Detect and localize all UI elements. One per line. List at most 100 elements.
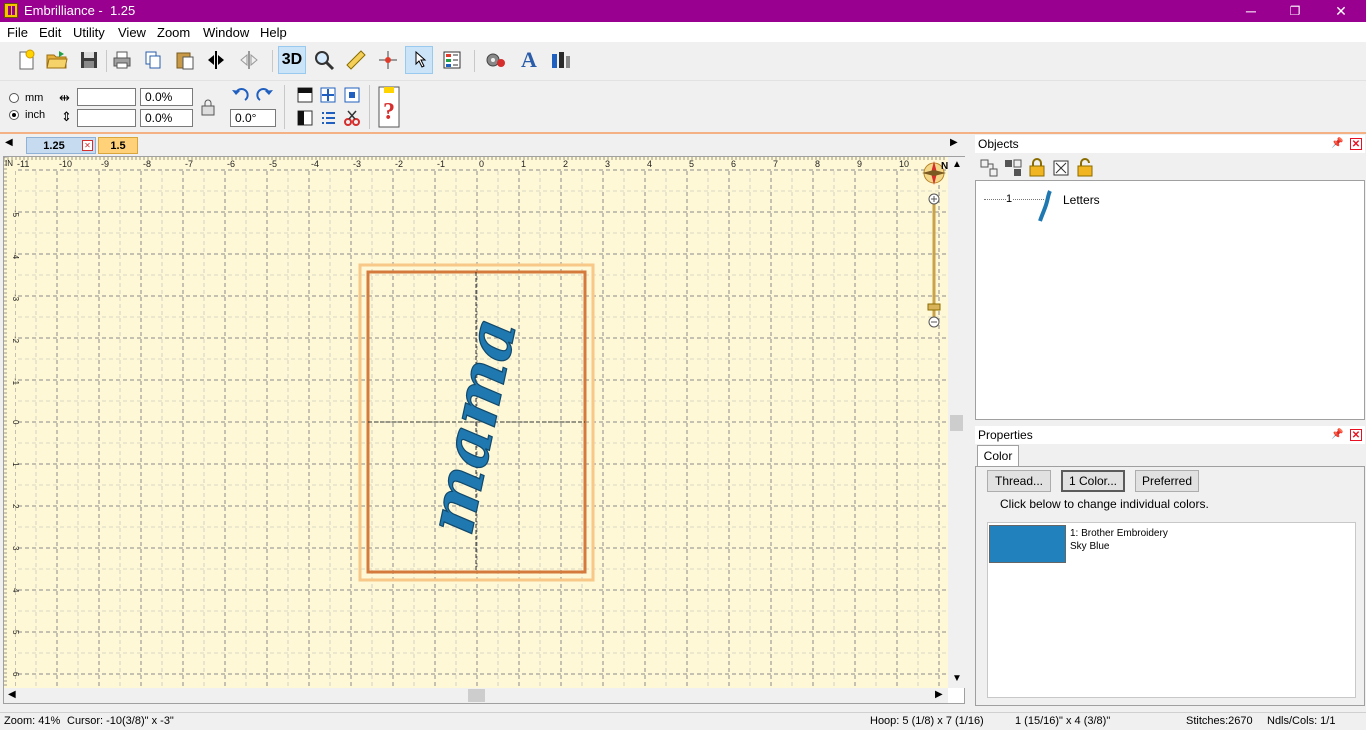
ruler-left-tick: 5 bbox=[11, 630, 20, 635]
height-arrow-icon: ⇕ bbox=[61, 109, 72, 124]
align-top-icon[interactable] bbox=[294, 84, 316, 106]
width-input[interactable] bbox=[77, 88, 136, 106]
object-name: Letters bbox=[1063, 193, 1100, 207]
horizontal-scrollbar[interactable]: ◀ ▶ bbox=[4, 688, 948, 703]
object-thumbnail bbox=[1038, 190, 1052, 222]
unlock-icon[interactable] bbox=[1076, 158, 1094, 178]
ruler-top-tick: 5 bbox=[689, 159, 694, 169]
height-input[interactable] bbox=[77, 109, 136, 127]
tab-scroll-right-icon[interactable]: ▶ bbox=[950, 137, 958, 148]
menu-zoom[interactable]: Zoom bbox=[157, 25, 190, 40]
ruler-top-tick: 10 bbox=[899, 159, 909, 169]
scroll-up-icon[interactable]: ▲ bbox=[952, 159, 962, 170]
toolbar-separator bbox=[284, 85, 285, 129]
menu-file[interactable]: File bbox=[7, 25, 28, 40]
needle-start-icon[interactable] bbox=[374, 46, 402, 74]
height-percent-input[interactable]: 0.0% bbox=[140, 109, 193, 127]
pin-properties-icon[interactable]: 📌 bbox=[1331, 429, 1343, 441]
zoom-magnifier-icon[interactable] bbox=[310, 46, 338, 74]
main-toolbar: 3D A bbox=[0, 42, 1366, 78]
ruler-left-tick: -3 bbox=[11, 294, 20, 302]
ruler-left-tick: 2 bbox=[11, 504, 20, 509]
scroll-left-icon[interactable]: ◀ bbox=[8, 689, 16, 700]
select-pointer-icon[interactable] bbox=[405, 46, 433, 74]
width-percent-input[interactable]: 0.0% bbox=[140, 88, 193, 106]
print-icon[interactable] bbox=[108, 46, 136, 74]
help-question-icon[interactable]: ? bbox=[376, 85, 402, 129]
hoop-grid-canvas[interactable]: -11 -10 -9 -8 -7 -6 -5 -4 -3 -2 -1 0 1 2 3 4 5 6 7 8 9 10-5-4… bbox=[4, 157, 948, 688]
settings-gears-icon[interactable] bbox=[482, 46, 510, 74]
scroll-right-icon[interactable]: ▶ bbox=[935, 689, 943, 700]
tab-1-5[interactable]: 1.5 bbox=[98, 137, 138, 154]
maximize-button[interactable]: ❐ bbox=[1272, 0, 1318, 22]
open-folder-icon[interactable] bbox=[43, 46, 71, 74]
vertical-scroll-thumb[interactable] bbox=[950, 415, 963, 431]
new-file-icon[interactable] bbox=[12, 46, 40, 74]
save-icon[interactable] bbox=[75, 46, 103, 74]
thread-spools-icon[interactable] bbox=[547, 46, 575, 74]
delete-object-icon[interactable] bbox=[1052, 159, 1070, 177]
transform-toolbar: mm inch ⇹ ⇕ 0.0% 0.0% 0.0° ? bbox=[0, 80, 1366, 132]
horizontal-scroll-thumb[interactable] bbox=[468, 689, 485, 702]
group-icon[interactable] bbox=[980, 159, 998, 177]
lock-icon[interactable] bbox=[1028, 158, 1046, 178]
unit-inch-radio[interactable] bbox=[9, 110, 19, 120]
menu-edit[interactable]: Edit bbox=[39, 25, 61, 40]
minimize-button[interactable]: ─ bbox=[1228, 0, 1274, 22]
color-name: Sky Blue bbox=[1070, 541, 1110, 552]
rotation-input[interactable]: 0.0° bbox=[230, 109, 276, 127]
color-row[interactable]: 1: Brother Embroidery Sky Blue bbox=[989, 525, 1355, 565]
menu-utility[interactable]: Utility bbox=[73, 25, 105, 40]
fit-to-hoop-icon[interactable] bbox=[341, 84, 363, 106]
ruler-top-tick: -7 bbox=[185, 159, 193, 169]
list-order-icon[interactable] bbox=[317, 107, 339, 129]
object-item-letters[interactable]: 1 Letters bbox=[982, 189, 1102, 223]
text-lettering-icon[interactable]: A bbox=[515, 46, 543, 74]
ungroup-icon[interactable] bbox=[1004, 159, 1022, 177]
scroll-down-icon[interactable]: ▼ bbox=[952, 673, 962, 684]
ruler-top-tick: -6 bbox=[227, 159, 235, 169]
ruler-top-tick: 7 bbox=[773, 159, 778, 169]
menu-window[interactable]: Window bbox=[203, 25, 249, 40]
mirror-horizontal-icon[interactable] bbox=[202, 46, 230, 74]
3d-view-button[interactable]: 3D bbox=[278, 46, 306, 74]
ruler-measure-icon[interactable] bbox=[342, 46, 370, 74]
color-swatch[interactable] bbox=[989, 525, 1066, 563]
app-window: Embrilliance - 1.25 ─ ❐ ✕ File Edit Util… bbox=[0, 0, 1366, 730]
status-needles-colors: Ndls/Cols: 1/1 bbox=[1267, 715, 1336, 727]
title-bar: Embrilliance - 1.25 ─ ❐ ✕ bbox=[0, 0, 1366, 22]
vertical-scrollbar[interactable]: ▲ ▼ bbox=[948, 157, 965, 688]
tab-color[interactable]: Color bbox=[977, 445, 1019, 467]
rotate-right-icon[interactable] bbox=[254, 84, 276, 106]
menu-view[interactable]: View bbox=[118, 25, 146, 40]
rotate-left-icon[interactable] bbox=[229, 84, 251, 106]
ruler-top-tick: -5 bbox=[269, 159, 277, 169]
cut-scissors-icon[interactable] bbox=[341, 107, 363, 129]
toolbar-separator bbox=[106, 50, 107, 72]
lock-proportions-icon[interactable] bbox=[197, 97, 219, 119]
tab-scroll-left-icon[interactable]: ◀ bbox=[5, 137, 13, 148]
one-color-button[interactable]: 1 Color... bbox=[1061, 470, 1125, 492]
align-left-icon[interactable] bbox=[294, 107, 316, 129]
ruler-top-tick: 1 bbox=[521, 159, 526, 169]
preferred-button[interactable]: Preferred bbox=[1135, 470, 1199, 492]
svg-text:?: ? bbox=[383, 99, 395, 125]
app-logo-icon bbox=[4, 3, 18, 18]
color-chart-icon[interactable] bbox=[438, 46, 466, 74]
thread-button[interactable]: Thread... bbox=[987, 470, 1051, 492]
close-button[interactable]: ✕ bbox=[1318, 0, 1364, 22]
ruler-top-tick: -9 bbox=[101, 159, 109, 169]
mirror-vertical-icon[interactable] bbox=[235, 46, 263, 74]
paste-icon[interactable] bbox=[171, 46, 199, 74]
center-design-icon[interactable] bbox=[317, 84, 339, 106]
copy-icon[interactable] bbox=[139, 46, 167, 74]
unit-mm-radio[interactable] bbox=[9, 93, 19, 103]
close-objects-panel-icon[interactable]: ✕ bbox=[1350, 138, 1362, 150]
menu-help[interactable]: Help bbox=[260, 25, 287, 40]
close-tab-icon[interactable]: ✕ bbox=[82, 140, 93, 151]
tab-label: 1.25 bbox=[43, 140, 65, 152]
close-properties-panel-icon[interactable]: ✕ bbox=[1350, 429, 1362, 441]
pin-panel-icon[interactable]: 📌 bbox=[1331, 138, 1343, 150]
ruler-top-tick: -2 bbox=[395, 159, 403, 169]
status-stitches: Stitches:2670 bbox=[1186, 715, 1253, 727]
